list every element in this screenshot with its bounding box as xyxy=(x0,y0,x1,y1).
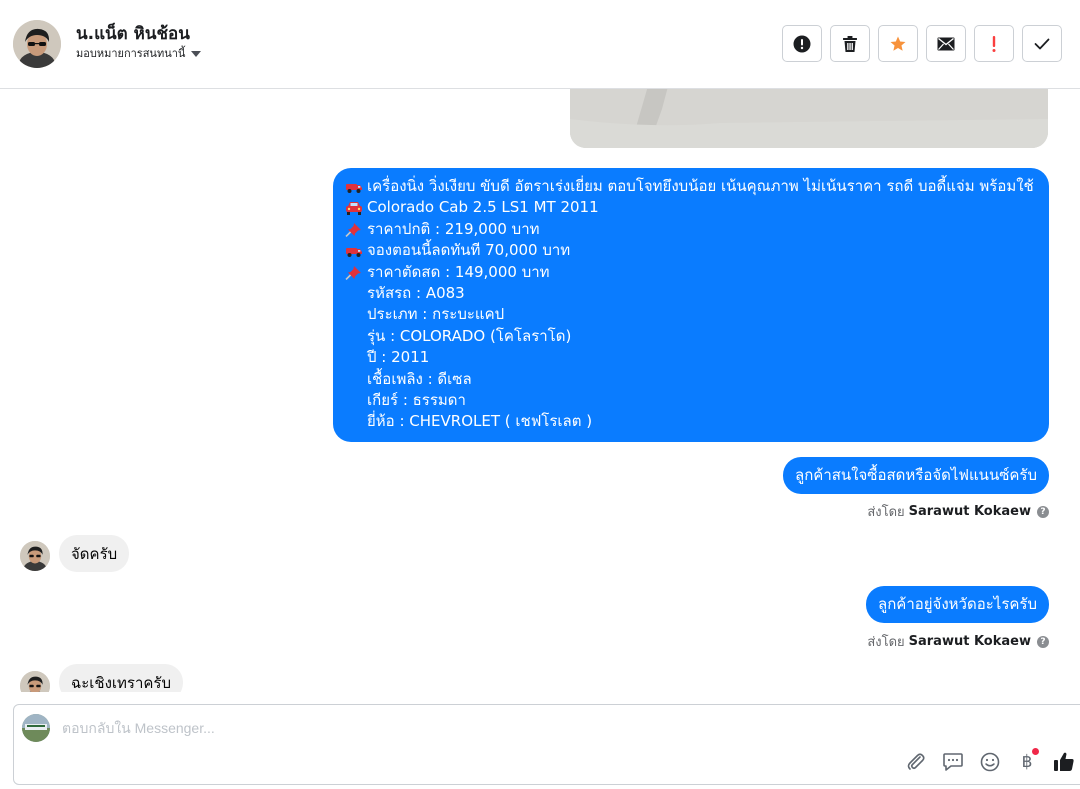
follow-up-button[interactable] xyxy=(974,25,1014,62)
chevron-down-icon xyxy=(191,50,202,57)
listing-line-text: ราคาตัดสด : 149,000 บาท xyxy=(367,262,550,281)
message-text: ลูกค้าสนใจซื้อสดหรือจัดไฟแนนซ์ครับ xyxy=(795,465,1037,484)
car-photo-attachment[interactable] xyxy=(570,89,1048,148)
listing-line-text: ประเภท : กระบะแคป xyxy=(367,305,505,324)
baht-symbol: ฿ xyxy=(1021,752,1033,772)
conversation-header: น.แน็ต หินช้อน มอบหมายการสนทนานี้ xyxy=(0,0,1080,89)
paperclip-icon[interactable] xyxy=(904,750,928,774)
sent-by-prefix: ส่งโดย xyxy=(867,635,905,650)
listing-line-text: จองตอนนี้ลดทันที 70,000 บาท xyxy=(367,241,571,260)
listing-line: ปี : 2011 xyxy=(345,347,1037,368)
message-text: จัดครับ xyxy=(71,544,118,563)
message-thread[interactable]: เครื่องนิ่ง วิ่งเงียบ ขับดี อัตราเร่งเยี… xyxy=(0,89,1080,692)
conversation-actions-toolbar xyxy=(782,25,1062,62)
listing-line: เครื่องนิ่ง วิ่งเงียบ ขับดี อัตราเร่งเยี… xyxy=(345,176,1037,197)
sent-by-label: ส่งโดย Sarawut Kokaew ? xyxy=(867,501,1049,522)
sent-by-prefix: ส่งโดย xyxy=(867,505,905,520)
pushpin-icon xyxy=(345,264,365,281)
envelope-icon xyxy=(937,37,955,50)
pushpin-icon xyxy=(345,221,365,238)
contact-avatar-small[interactable] xyxy=(20,541,50,571)
listing-line: เกียร์ : ธรรมดา xyxy=(345,390,1037,411)
question-mark-icon[interactable]: ? xyxy=(1037,635,1049,648)
contact-avatar[interactable] xyxy=(13,20,61,68)
assign-conversation-dropdown[interactable]: มอบหมายการสนทนานี้ xyxy=(76,44,202,62)
outgoing-message[interactable]: ลูกค้าอยู่จังหวัดอะไรครับ xyxy=(866,586,1049,623)
smiley-icon[interactable] xyxy=(978,750,1002,774)
notification-dot xyxy=(1032,748,1039,755)
listing-line: Colorado Cab 2.5 LS1 MT 2011 xyxy=(345,197,1037,218)
assign-label: มอบหมายการสนทนานี้ xyxy=(76,47,186,60)
sent-by-label: ส่งโดย Sarawut Kokaew ? xyxy=(867,631,1049,652)
incoming-message[interactable]: จัดครับ xyxy=(59,535,130,572)
listing-line: ประเภท : กระบะแคป xyxy=(345,304,1037,325)
listing-line-text: เกียร์ : ธรรมดา xyxy=(367,390,466,409)
star-button[interactable] xyxy=(878,25,918,62)
outgoing-message[interactable]: ลูกค้าสนใจซื้อสดหรือจัดไฟแนนซ์ครับ xyxy=(783,457,1049,494)
contact-avatar-small[interactable] xyxy=(20,671,50,692)
incoming-message[interactable]: ฉะเชิงเทราครับ xyxy=(59,664,184,692)
listing-line-text: รุ่น : COLORADO (โคโลราโด) xyxy=(367,326,572,345)
exclamation-icon xyxy=(992,35,996,52)
listing-line-text: เชื้อเพลิง : ดีเซล xyxy=(367,369,472,388)
checkmark-icon xyxy=(1034,38,1050,49)
report-spam-button[interactable] xyxy=(782,25,822,62)
message-text: ลูกค้าอยู่จังหวัดอะไรครับ xyxy=(878,594,1037,613)
mark-done-button[interactable] xyxy=(1022,25,1062,62)
page-avatar xyxy=(22,714,50,742)
delete-button[interactable] xyxy=(830,25,870,62)
listing-line-text: ยี่ห้อ : CHEVROLET ( เชฟโรเลต ) xyxy=(367,412,593,431)
thumbs-up-icon[interactable] xyxy=(1052,750,1076,774)
listing-line: จองตอนนี้ลดทันที 70,000 บาท xyxy=(345,240,1037,261)
composer-actions: ฿ xyxy=(904,748,1076,774)
listing-line: รหัสรถ : A083 xyxy=(345,283,1037,304)
listing-line: ราคาตัดสด : 149,000 บาท xyxy=(345,262,1037,283)
question-mark-icon[interactable]: ? xyxy=(1037,505,1049,518)
message-text: ฉะเชิงเทราครับ xyxy=(71,673,172,692)
outgoing-message-listing[interactable]: เครื่องนิ่ง วิ่งเงียบ ขับดี อัตราเร่งเยี… xyxy=(333,168,1049,442)
listing-line-text: เครื่องนิ่ง วิ่งเงียบ ขับดี อัตราเร่งเยี… xyxy=(367,177,1034,195)
listing-line-text: ราคาปกติ : 219,000 บาท xyxy=(367,219,540,238)
saved-reply-icon[interactable] xyxy=(941,750,965,774)
red-truck-icon xyxy=(345,180,365,194)
star-icon xyxy=(890,36,906,51)
listing-line: ยี่ห้อ : CHEVROLET ( เชฟโรเลต ) xyxy=(345,411,1037,432)
listing-line: เชื้อเพลิง : ดีเซล xyxy=(345,369,1037,390)
red-car-icon xyxy=(345,200,365,216)
contact-name[interactable]: น.แน็ต หินช้อน xyxy=(76,20,190,47)
listing-line-text: ปี : 2011 xyxy=(367,348,430,367)
reply-composer: ฿ xyxy=(13,704,1080,785)
listing-line-text: Colorado Cab 2.5 LS1 MT 2011 xyxy=(367,198,599,217)
red-truck-icon xyxy=(345,244,365,258)
reply-input[interactable] xyxy=(62,717,862,739)
alert-circle-icon xyxy=(793,35,811,52)
listing-line: ราคาปกติ : 219,000 บาท xyxy=(345,219,1037,240)
listing-line-text: รหัสรถ : A083 xyxy=(367,283,465,302)
sender-name[interactable]: Sarawut Kokaew xyxy=(909,634,1031,649)
sender-name[interactable]: Sarawut Kokaew xyxy=(909,504,1031,519)
trash-icon xyxy=(843,35,857,52)
baht-payment-icon[interactable]: ฿ xyxy=(1015,748,1039,774)
mark-unread-button[interactable] xyxy=(926,25,966,62)
listing-line: รุ่น : COLORADO (โคโลราโด) xyxy=(345,326,1037,347)
